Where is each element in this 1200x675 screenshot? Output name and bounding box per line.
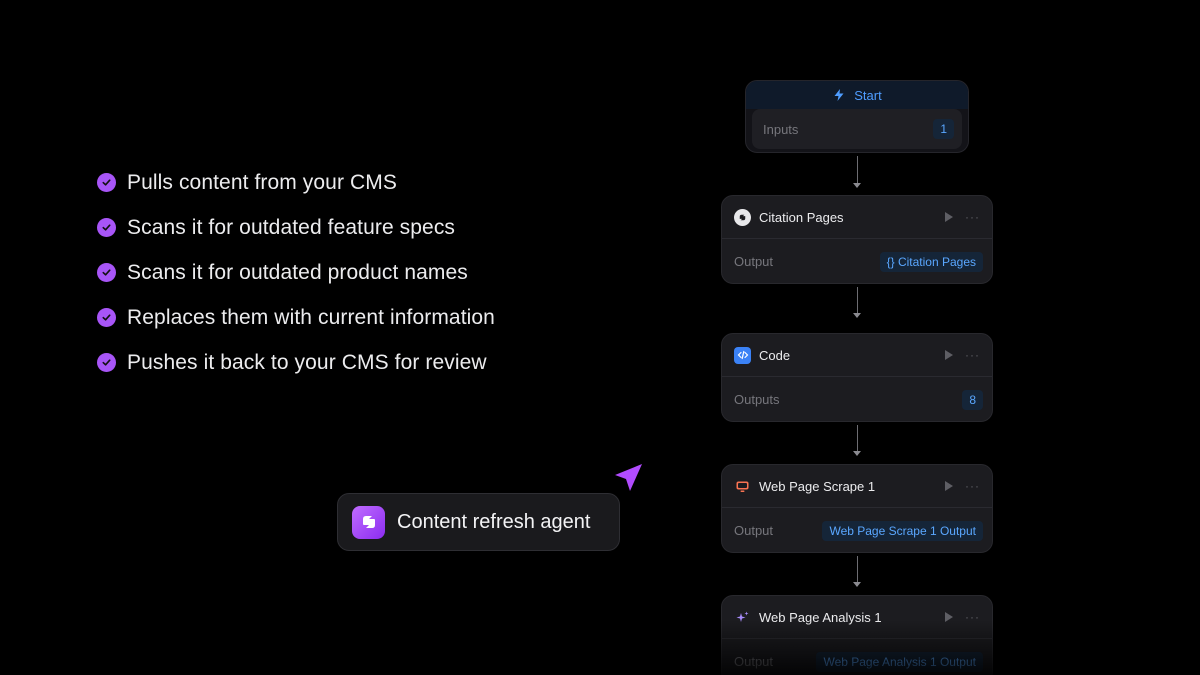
feature-item: Pulls content from your CMS [97, 160, 495, 205]
node-header: Code ··· [722, 334, 992, 377]
start-node-title: Start [854, 87, 882, 103]
start-node-header: Start [746, 81, 968, 109]
feature-text: Scans it for outdated product names [127, 260, 468, 284]
node-title: Web Page Analysis 1 [759, 609, 882, 625]
start-node-field: Inputs 1 [752, 109, 962, 149]
feature-item: Pushes it back to your CMS for review [97, 340, 495, 385]
feature-text: Pushes it back to your CMS for review [127, 350, 487, 374]
check-circle-icon [97, 173, 116, 192]
node-field: Output Web Page Scrape 1 Output [722, 508, 992, 553]
field-label: Outputs [734, 392, 780, 407]
node-header: Web Page Analysis 1 ··· [722, 596, 992, 639]
play-icon[interactable] [945, 481, 953, 491]
more-icon[interactable]: ··· [965, 348, 980, 362]
agent-logo-icon [352, 505, 385, 539]
check-circle-icon [97, 308, 116, 327]
agent-label: Content refresh agent [397, 510, 591, 533]
flow-connector [853, 287, 861, 318]
flow-connector [853, 156, 861, 188]
field-value-badge: Web Page Scrape 1 Output [822, 520, 983, 541]
citation-icon [734, 208, 751, 226]
feature-text: Replaces them with current information [127, 305, 495, 329]
field-value-badge: 8 [962, 389, 983, 410]
workflow-node-code[interactable]: Code ··· Outputs 8 [721, 333, 993, 422]
field-label: Output [734, 254, 774, 269]
flow-connector [853, 425, 861, 456]
code-icon [734, 346, 751, 364]
feature-item: Scans it for outdated feature specs [97, 205, 495, 250]
cursor-arrow-icon [615, 464, 642, 491]
more-icon[interactable]: ··· [965, 610, 980, 624]
field-value-badge: Web Page Analysis 1 Output [816, 651, 983, 672]
agent-button[interactable]: Content refresh agent [337, 493, 620, 551]
check-circle-icon [97, 218, 116, 237]
workflow-node-web-page-analysis[interactable]: Web Page Analysis 1 ··· Output Web Page … [721, 595, 993, 675]
workflow-node-citation-pages[interactable]: Citation Pages ··· Output {} Citation Pa… [721, 195, 993, 284]
node-field: Output {} Citation Pages [722, 239, 992, 284]
flow-connector [853, 556, 861, 587]
node-field: Output Web Page Analysis 1 Output [722, 639, 992, 675]
node-title: Citation Pages [759, 209, 844, 225]
field-label: Inputs [763, 121, 799, 137]
node-header: Web Page Scrape 1 ··· [722, 465, 992, 508]
play-icon[interactable] [945, 212, 953, 222]
field-value-badge: {} Citation Pages [879, 251, 983, 272]
field-label: Output [734, 654, 774, 669]
feature-item: Scans it for outdated product names [97, 250, 495, 295]
field-label: Output [734, 523, 774, 538]
node-title: Code [759, 347, 791, 363]
feature-text: Pulls content from your CMS [127, 170, 397, 194]
lightning-icon [834, 89, 844, 101]
check-circle-icon [97, 263, 116, 282]
more-icon[interactable]: ··· [965, 210, 980, 224]
bottom-fade-overlay [0, 620, 1200, 675]
check-circle-icon [97, 353, 116, 372]
more-icon[interactable]: ··· [965, 479, 980, 493]
sparkle-icon [734, 609, 751, 626]
node-header: Citation Pages ··· [722, 196, 992, 239]
feature-list: Pulls content from your CMS Scans it for… [97, 160, 495, 385]
field-value-badge: 1 [933, 119, 954, 139]
feature-item: Replaces them with current information [97, 295, 495, 340]
node-field: Outputs 8 [722, 377, 992, 422]
workflow-node-web-page-scrape[interactable]: Web Page Scrape 1 ··· Output Web Page Sc… [721, 464, 993, 553]
start-node[interactable]: Start Inputs 1 [745, 80, 969, 153]
feature-text: Scans it for outdated feature specs [127, 215, 456, 239]
play-icon[interactable] [945, 612, 953, 622]
node-title: Web Page Scrape 1 [759, 478, 876, 494]
play-icon[interactable] [945, 350, 953, 360]
browser-icon [734, 478, 751, 495]
